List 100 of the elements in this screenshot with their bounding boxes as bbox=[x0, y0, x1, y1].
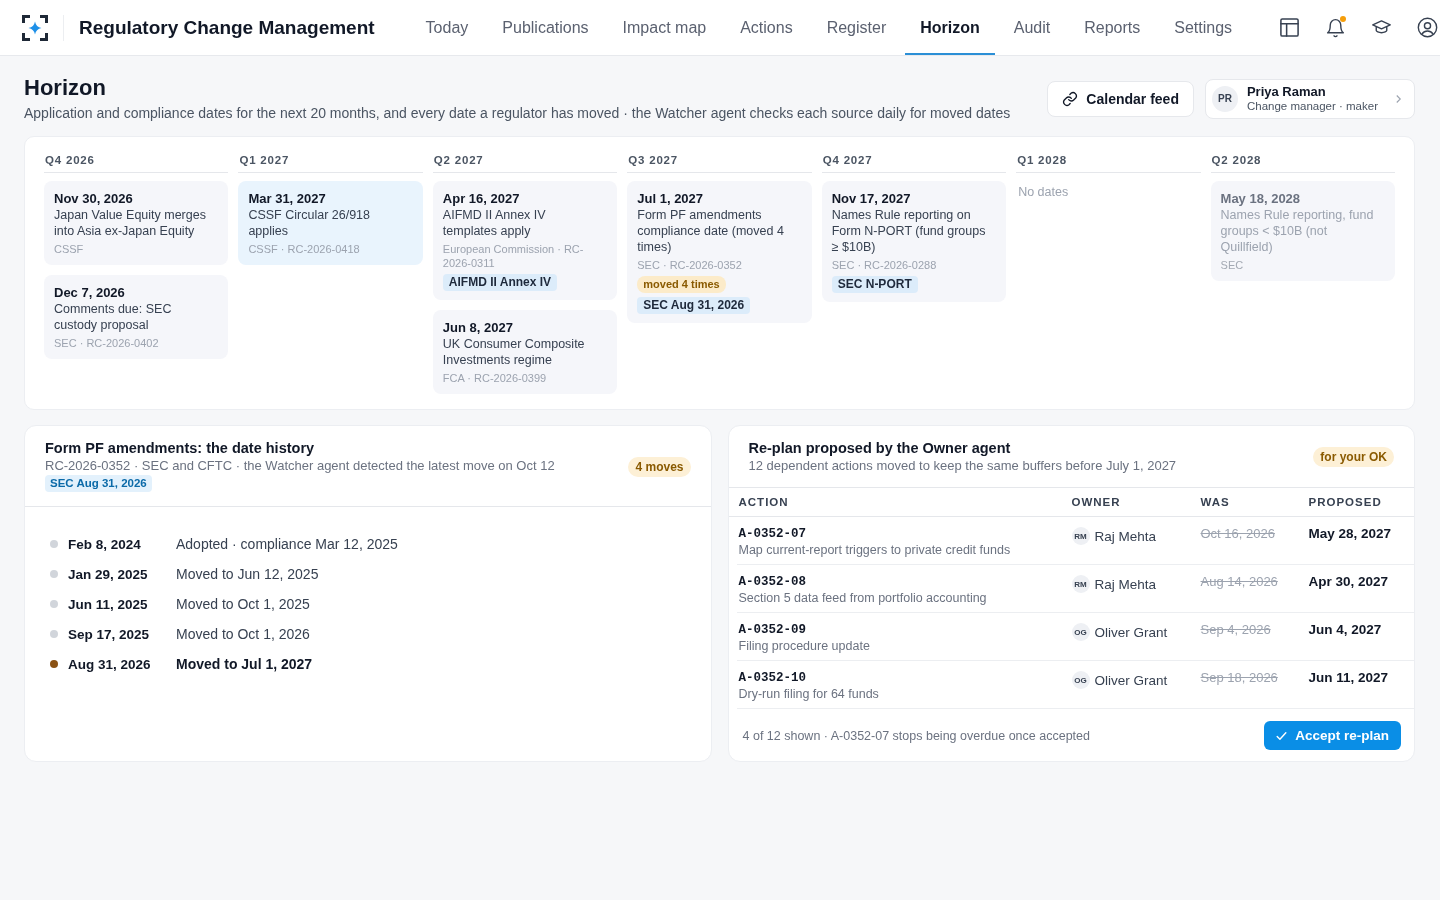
regulation-tag: AIFMD II Annex IV bbox=[442, 274, 558, 291]
event-title: CSSF Circular 26/918 applies bbox=[248, 207, 371, 239]
action-description: Section 5 data feed from portfolio accounting bbox=[738, 590, 987, 606]
nav-tab[interactable]: Actions bbox=[725, 0, 808, 55]
link-icon bbox=[1062, 90, 1079, 107]
user-role: Change manager · maker bbox=[1246, 99, 1378, 113]
event-source: CSSF · RC-2026-0418 bbox=[248, 242, 360, 256]
history-text: Moved to Oct 1, 2026 bbox=[176, 626, 310, 642]
accept-button[interactable]: Accept re-plan bbox=[1264, 721, 1401, 750]
history-date: Aug 31, 2026 bbox=[68, 656, 152, 672]
nav-tab[interactable]: Publications bbox=[487, 0, 604, 55]
history-date: Jun 11, 2025 bbox=[68, 596, 149, 612]
proposed-date: Jun 11, 2027 bbox=[1308, 670, 1389, 686]
event-date: Nov 17, 2027 bbox=[831, 190, 911, 207]
previous-date: Sep 18, 2026 bbox=[1200, 670, 1278, 686]
previous-date: Oct 16, 2026 bbox=[1200, 526, 1275, 542]
action-id: A-0352-10 bbox=[738, 670, 806, 686]
action-description: Dry-run filing for 64 funds bbox=[738, 686, 879, 702]
owner-name: Oliver Grant bbox=[1094, 624, 1168, 640]
event-date: Dec 7, 2026 bbox=[54, 284, 125, 301]
owner-avatar: OG bbox=[1071, 623, 1090, 641]
column-header: OWNER bbox=[1070, 496, 1122, 508]
bell-icon[interactable] bbox=[1325, 17, 1346, 38]
quarter-heading: Q2 2028 bbox=[1210, 150, 1395, 173]
user-chip[interactable]: PR Priya Raman Change manager · maker bbox=[1204, 78, 1415, 119]
column-header: PROPOSED bbox=[1307, 496, 1383, 508]
action-id: A-0352-08 bbox=[738, 574, 806, 590]
owner-avatar: RM bbox=[1071, 527, 1090, 545]
history-text: Moved to Oct 1, 2025 bbox=[176, 596, 310, 612]
owner-avatar: RM bbox=[1071, 575, 1090, 593]
nav-tab[interactable]: Register bbox=[811, 0, 902, 55]
action-description: Map current-report triggers to private credit funds bbox=[738, 542, 1011, 558]
event-date: Nov 30, 2026 bbox=[54, 190, 133, 207]
owner-avatar: OG bbox=[1071, 671, 1090, 689]
action-id: A-0352-09 bbox=[738, 622, 806, 638]
quarter-heading: Q4 2026 bbox=[44, 150, 229, 173]
nav-tab[interactable]: Reports bbox=[1069, 0, 1156, 55]
regulation-tag: SEC Aug 31, 2026 bbox=[637, 297, 751, 314]
regulation-tag: SEC N-PORT bbox=[831, 276, 918, 293]
quarter-heading: Q1 2028 bbox=[1016, 150, 1201, 173]
footer-note: 4 of 12 shown · A-0352-07 stops being overdue once accepted bbox=[742, 728, 1090, 743]
event-date: Mar 31, 2027 bbox=[248, 190, 326, 207]
no-dates-text: No dates bbox=[1017, 184, 1070, 201]
deadline-tag: SEC Aug 31, 2026 bbox=[45, 475, 152, 492]
event-source: SEC · RC-2026-0288 bbox=[831, 258, 937, 272]
approval-badge: for your OK bbox=[1313, 446, 1394, 467]
previous-date: Aug 14, 2026 bbox=[1200, 574, 1278, 590]
event-source: FCA · RC-2026-0399 bbox=[442, 371, 547, 385]
user-avatar: PR bbox=[1211, 85, 1238, 112]
event-date: May 18, 2028 bbox=[1220, 190, 1301, 207]
nav-tab[interactable]: Impact map bbox=[607, 0, 722, 55]
panel-title: Re-plan proposed by the Owner agent bbox=[748, 439, 1011, 457]
event-source: SEC · RC-2026-0352 bbox=[637, 258, 742, 272]
page-subtitle: Application and compliance dates for the next 20 months, and every date a regulator has moved · the Watcher agent checks each source daily for moved dates bbox=[24, 104, 1011, 122]
history-date: Sep 17, 2025 bbox=[68, 626, 151, 642]
nav-tab[interactable]: Audit bbox=[998, 0, 1066, 55]
event-source: CSSF bbox=[54, 242, 84, 256]
owner-name: Raj Mehta bbox=[1094, 528, 1157, 544]
event-date: Apr 16, 2027 bbox=[442, 190, 520, 207]
owner-name: Oliver Grant bbox=[1094, 672, 1168, 688]
event-source: SEC bbox=[1220, 258, 1244, 272]
proposed-date: Jun 4, 2027 bbox=[1308, 622, 1382, 638]
app-title: Regulatory Change Management bbox=[79, 16, 375, 39]
event-title: Japan Value Equity merges into Asia ex-Japan Equity bbox=[54, 207, 207, 239]
quarter-heading: Q3 2027 bbox=[627, 150, 812, 173]
event-title: Names Rule reporting on Form N-PORT (fund groups ≥ $10B) bbox=[831, 207, 987, 255]
layout-icon[interactable] bbox=[1279, 17, 1300, 38]
column-header: WAS bbox=[1199, 496, 1231, 508]
panel-subtitle: 12 dependent actions moved to keep the same buffers before July 1, 2027 bbox=[748, 457, 1177, 474]
event-title: UK Consumer Composite Investments regime bbox=[442, 336, 586, 368]
event-date: Jul 1, 2027 bbox=[637, 190, 704, 207]
history-date: Feb 8, 2024 bbox=[68, 536, 142, 552]
owner-name: Raj Mehta bbox=[1094, 576, 1157, 592]
nav-tab[interactable]: Today bbox=[410, 0, 484, 55]
nav-tab[interactable]: Horizon bbox=[905, 0, 995, 55]
event-source: European Commission · RC-2026-0311 bbox=[442, 242, 585, 270]
event-source: SEC · RC-2026-0402 bbox=[54, 336, 159, 350]
check-icon bbox=[1276, 730, 1288, 741]
quarter-heading: Q2 2027 bbox=[432, 150, 618, 173]
column-header: ACTION bbox=[737, 496, 790, 508]
proposed-date: Apr 30, 2027 bbox=[1308, 574, 1389, 590]
history-date: Jan 29, 2025 bbox=[68, 566, 149, 582]
quarter-heading: Q1 2027 bbox=[238, 150, 423, 173]
moved-tag: moved 4 times bbox=[637, 276, 726, 293]
history-text: Moved to Jul 1, 2027 bbox=[176, 656, 313, 672]
history-text: Moved to Jun 12, 2025 bbox=[176, 566, 319, 582]
panel-title: Form PF amendments: the date history bbox=[45, 439, 315, 457]
previous-date: Sep 4, 2026 bbox=[1200, 622, 1271, 638]
nav-tab[interactable]: Settings bbox=[1159, 0, 1248, 55]
calendar-feed-button[interactable]: Calendar feed bbox=[1047, 80, 1194, 117]
account-icon[interactable] bbox=[1417, 17, 1438, 38]
panel-subtitle: RC-2026-0352 · SEC and CFTC · the Watcher agent detected the latest move on Oct 12 bbox=[45, 457, 555, 474]
event-title: Comments due: SEC custody proposal bbox=[54, 301, 173, 333]
moves-badge: 4 moves bbox=[628, 457, 691, 477]
logo-icon bbox=[22, 14, 48, 41]
action-description: Filing procedure update bbox=[738, 638, 870, 654]
event-title: AIFMD II Annex IV templates apply bbox=[442, 207, 547, 239]
history-text: Adopted · compliance Mar 12, 2025 bbox=[176, 536, 398, 552]
event-title: Names Rule reporting, fund groups < $10B (not Quillfield) bbox=[1220, 207, 1375, 255]
chevron-right-icon bbox=[1395, 93, 1402, 104]
